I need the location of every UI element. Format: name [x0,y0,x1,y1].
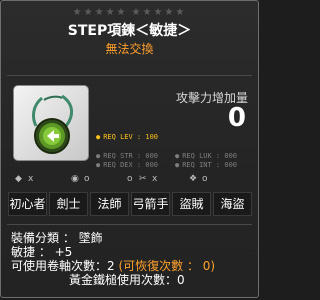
status-value: o [202,174,208,184]
job-requirements: 初心者 劍士 法師 弓箭手 盜賊 海盜 [8,192,252,216]
upgrade-slots: 可使用卷軸次數：2 (可恢復次數 ： 0) [11,259,216,273]
bullet-icon: ● [175,161,180,169]
star-icon: ★ [94,7,106,18]
bonus-icon: ❖ [189,174,198,184]
equip-category: 裝備分類 ： 墜飾 [11,231,103,245]
green-pendant-icon [32,94,73,154]
bullet-icon: ● [96,161,101,169]
scissors-icon: ✂ [139,174,147,184]
job-magician: 法師 [90,192,129,216]
star-icon: ★ [164,7,176,18]
job-pirate: 海盜 [213,192,252,216]
trade-status: 無法交換 [105,42,154,56]
star-icon: ★ [105,7,117,18]
divider [7,224,252,225]
item-name: STEP項鍊＜敏捷＞ [67,23,192,39]
restore-count: (可恢復次數 ： 0) [118,259,216,273]
job-thief: 盜賊 [172,192,211,216]
req-level: ● REQ LEV : 100 [96,133,159,141]
req-luk: ● REQ LUK : 000 [175,152,238,160]
status-value: o [127,174,133,184]
star-icon: ★ [116,7,128,18]
star-force-row: ★★★★★ ★★★★★ [1,7,258,18]
req-str: ● REQ STR : 000 [96,152,159,160]
req-dex: ● REQ DEX : 000 [96,161,159,169]
golden-hammer-count: 黃金鐵槌使用次數：0 [69,273,185,287]
job-warrior: 劍士 [49,192,88,216]
item-icon-frame [13,85,89,161]
bullet-icon: ● [96,133,101,141]
gem-icon: ◆ [15,174,22,184]
star-icon: ★ [153,7,165,18]
potential-icon: ◉ [71,174,79,184]
req-int: ● REQ INT : 000 [175,161,238,169]
attack-increase-value: 0 [227,103,246,133]
star-icon: ★ [175,7,187,18]
job-bowman: 弓箭手 [131,192,170,216]
item-stats: 裝備分類 ： 墜飾 敏捷 ： +5 可使用卷軸次數：2 (可恢復次數 ： 0) … [11,231,215,287]
status-value: x [152,174,158,184]
star-icon: ★ [83,7,95,18]
status-value: x [28,174,34,184]
item-tooltip: ★★★★★ ★★★★★ STEP項鍊＜敏捷＞ 無法交換 攻擊力增加量 0 ● REQ… [0,0,259,298]
divider [7,75,252,76]
stat-dex: 敏捷 ： +5 [11,245,73,259]
star-icon: ★ [72,7,84,18]
star-icon: ★ [131,7,143,18]
job-beginner: 初心者 [8,192,47,216]
bullet-icon: ● [96,152,101,160]
item-status-row: ◆ x ◉ o o ✂ x ❖ o [11,174,248,186]
status-value: o [84,174,90,184]
bullet-icon: ● [175,152,180,160]
star-icon: ★ [142,7,154,18]
